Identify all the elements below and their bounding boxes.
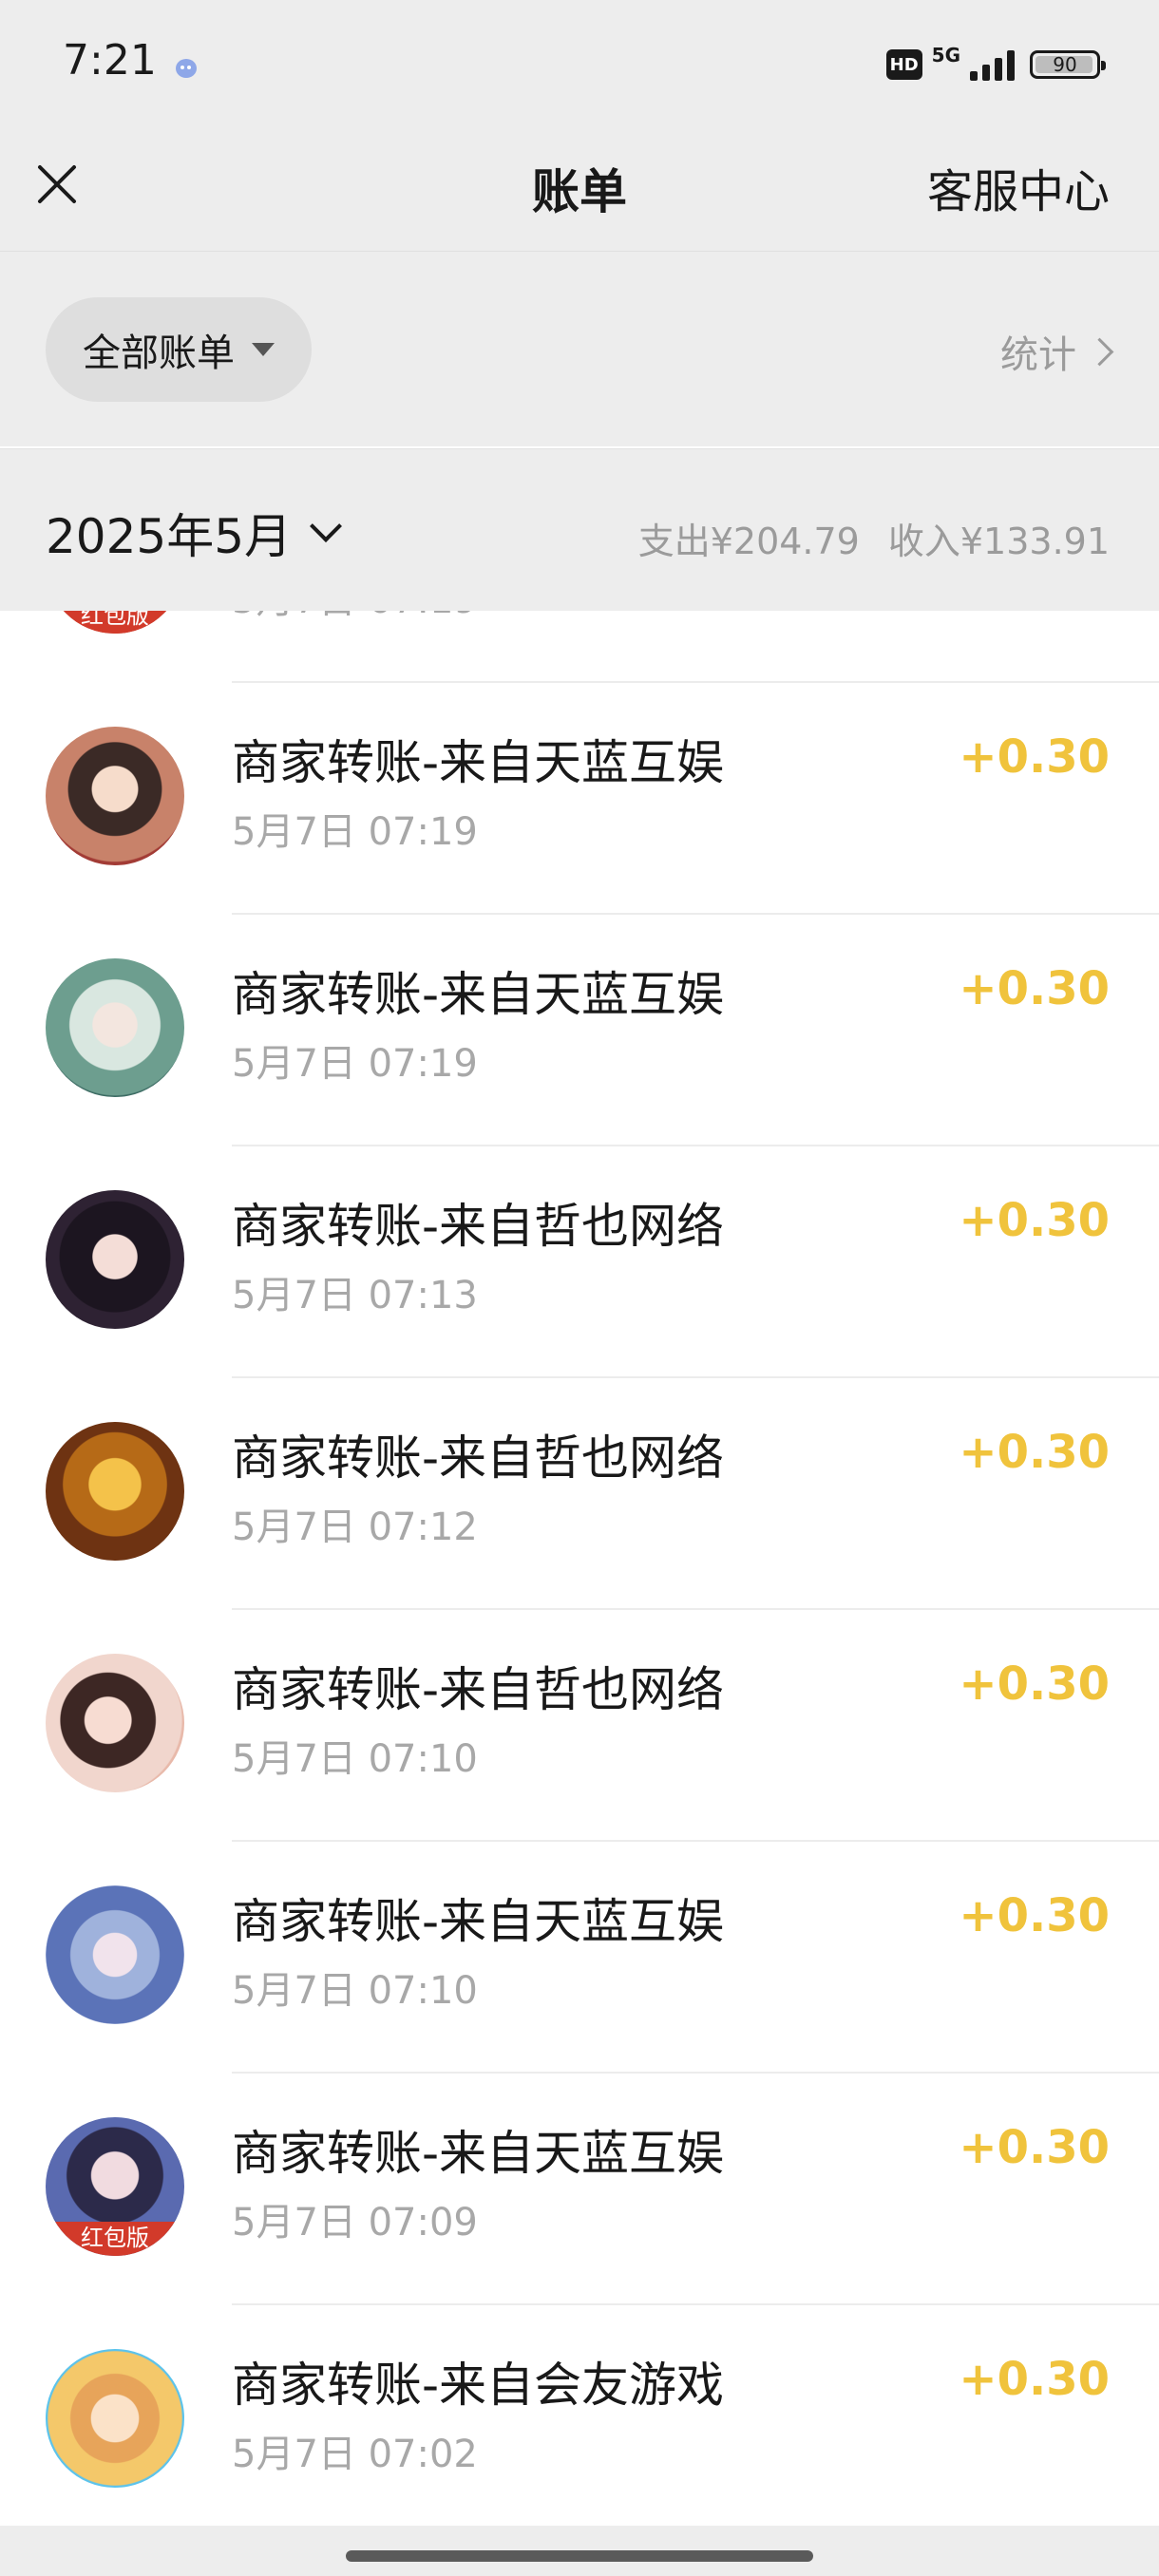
transaction-row[interactable]: 商家转账-来自哲也网络 5月7日 07:10 +0.30 <box>0 1610 1159 1842</box>
transaction-time: 5月7日 07:19 <box>232 810 478 854</box>
transaction-row[interactable]: 商家转账-来自会友游戏 5月7日 07:02 +0.30 <box>0 2305 1159 2526</box>
transaction-amount: +0.30 <box>959 1194 1110 1247</box>
transaction-row[interactable]: 商家转账-来自天蓝互娱 5月7日 07:19 +0.30 <box>0 683 1159 915</box>
gesture-bar <box>0 2526 1159 2576</box>
month-expense: 支出¥204.79 <box>637 521 860 562</box>
month-header: 2025年5月 支出¥204.79 收入¥133.91 <box>0 448 1159 611</box>
battery-icon: 90 <box>1030 50 1106 79</box>
transaction-list: 红包版 5月7日 07:19 商家转账-来自天蓝互娱 5月7日 07:19 +0… <box>0 611 1159 2526</box>
transaction-row[interactable]: 红包版 5月7日 07:19 <box>0 611 1159 683</box>
month-selector[interactable]: 2025年5月 <box>46 499 343 567</box>
transaction-amount: +0.30 <box>959 1889 1110 1942</box>
transaction-amount: +0.30 <box>959 2121 1110 2174</box>
merchant-avatar <box>46 1654 184 1792</box>
transaction-time: 5月7日 07:10 <box>232 1969 478 2013</box>
transaction-title: 商家转账-来自哲也网络 <box>232 1199 725 1254</box>
app-notification-icon <box>176 59 197 78</box>
status-time: 7:21 <box>63 36 157 85</box>
filter-bar: 全部账单 统计 <box>0 252 1159 446</box>
transaction-amount: +0.30 <box>959 962 1110 1015</box>
bill-type-dropdown[interactable]: 全部账单 <box>46 297 312 402</box>
transaction-title: 商家转账-来自哲也网络 <box>232 1662 725 1717</box>
network-type: 5G <box>931 44 960 66</box>
status-bar: 7:21 HD 5G 90 <box>0 0 1159 133</box>
battery-level: 90 <box>1053 53 1077 76</box>
transaction-row[interactable]: 商家转账-来自天蓝互娱 5月7日 07:10 +0.30 <box>0 1842 1159 2074</box>
merchant-avatar <box>46 958 184 1097</box>
hd-icon: HD <box>885 49 922 80</box>
nav-bar: 账单 客服中心 <box>0 133 1159 252</box>
merchant-avatar <box>46 727 184 865</box>
transaction-amount: +0.30 <box>959 730 1110 784</box>
merchant-avatar <box>46 1885 184 2024</box>
merchant-avatar <box>46 2349 184 2488</box>
transaction-time: 5月7日 07:19 <box>232 1042 478 1086</box>
transaction-row[interactable]: 商家转账-来自天蓝互娱 5月7日 07:19 +0.30 <box>0 915 1159 1146</box>
transaction-amount: +0.30 <box>959 1657 1110 1711</box>
transaction-time: 5月7日 07:09 <box>232 2201 478 2245</box>
red-packet-badge: 红包版 <box>46 611 184 634</box>
transaction-title: 商家转账-来自天蓝互娱 <box>232 2126 725 2181</box>
month-label: 2025年5月 <box>46 509 293 564</box>
transaction-time: 5月7日 07:02 <box>232 2433 478 2476</box>
month-income: 收入¥133.91 <box>887 521 1110 562</box>
transaction-title: 商家转账-来自天蓝互娱 <box>232 735 725 790</box>
transaction-row[interactable]: 红包版 商家转账-来自天蓝互娱 5月7日 07:09 +0.30 <box>0 2074 1159 2305</box>
status-indicators: HD 5G 90 <box>885 44 1106 84</box>
transaction-row[interactable]: 商家转账-来自哲也网络 5月7日 07:12 +0.30 <box>0 1378 1159 1610</box>
home-indicator[interactable] <box>346 2550 813 2562</box>
month-summary: 支出¥204.79 收入¥133.91 <box>638 512 1110 564</box>
statistics-link[interactable]: 统计 <box>1000 324 1114 379</box>
transaction-title: 商家转账-来自哲也网络 <box>232 1430 725 1486</box>
merchant-avatar <box>46 1190 184 1329</box>
statistics-label: 统计 <box>1000 333 1076 377</box>
transaction-time: 5月7日 07:19 <box>232 611 478 624</box>
caret-down-icon <box>252 343 275 356</box>
chevron-down-icon <box>310 510 343 542</box>
customer-service-link[interactable]: 客服中心 <box>927 154 1110 220</box>
bill-type-label: 全部账单 <box>83 331 235 375</box>
transaction-title: 商家转账-来自天蓝互娱 <box>232 1894 725 1949</box>
transaction-title: 商家转账-来自天蓝互娱 <box>232 967 725 1022</box>
signal-icon <box>970 48 1015 81</box>
transaction-title: 商家转账-来自会友游戏 <box>232 2358 725 2413</box>
transaction-time: 5月7日 07:13 <box>232 1274 478 1317</box>
red-packet-badge: 红包版 <box>46 2222 184 2256</box>
merchant-avatar: 红包版 <box>46 611 184 634</box>
transaction-amount: +0.30 <box>959 1426 1110 1479</box>
transaction-amount: +0.30 <box>959 2353 1110 2406</box>
transaction-time: 5月7日 07:12 <box>232 1506 478 1549</box>
transaction-row[interactable]: 商家转账-来自哲也网络 5月7日 07:13 +0.30 <box>0 1146 1159 1378</box>
merchant-avatar: 红包版 <box>46 2117 184 2256</box>
transaction-time: 5月7日 07:10 <box>232 1737 478 1781</box>
chevron-right-icon <box>1085 337 1114 366</box>
merchant-avatar <box>46 1422 184 1561</box>
